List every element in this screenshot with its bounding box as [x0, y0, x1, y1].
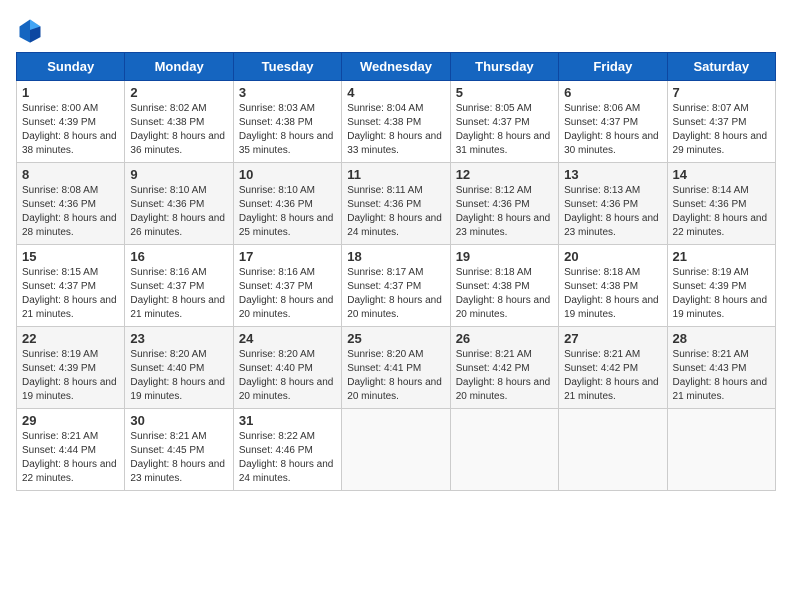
table-row: 4 Sunrise: 8:04 AM Sunset: 4:38 PM Dayli…: [342, 81, 450, 163]
table-row: 30 Sunrise: 8:21 AM Sunset: 4:45 PM Dayl…: [125, 409, 233, 491]
table-row: 10 Sunrise: 8:10 AM Sunset: 4:36 PM Dayl…: [233, 163, 341, 245]
table-row: 28 Sunrise: 8:21 AM Sunset: 4:43 PM Dayl…: [667, 327, 775, 409]
col-tuesday: Tuesday: [233, 53, 341, 81]
table-row: 6 Sunrise: 8:06 AM Sunset: 4:37 PM Dayli…: [559, 81, 667, 163]
table-row: 29 Sunrise: 8:21 AM Sunset: 4:44 PM Dayl…: [17, 409, 125, 491]
empty-cell: [450, 409, 558, 491]
col-wednesday: Wednesday: [342, 53, 450, 81]
table-row: 3 Sunrise: 8:03 AM Sunset: 4:38 PM Dayli…: [233, 81, 341, 163]
col-sunday: Sunday: [17, 53, 125, 81]
logo: [16, 16, 48, 44]
table-row: 16 Sunrise: 8:16 AM Sunset: 4:37 PM Dayl…: [125, 245, 233, 327]
col-friday: Friday: [559, 53, 667, 81]
page-header: [16, 16, 776, 44]
table-row: 20 Sunrise: 8:18 AM Sunset: 4:38 PM Dayl…: [559, 245, 667, 327]
table-row: 8 Sunrise: 8:08 AM Sunset: 4:36 PM Dayli…: [17, 163, 125, 245]
table-row: 2 Sunrise: 8:02 AM Sunset: 4:38 PM Dayli…: [125, 81, 233, 163]
calendar-week-1: 1 Sunrise: 8:00 AM Sunset: 4:39 PM Dayli…: [17, 81, 776, 163]
col-thursday: Thursday: [450, 53, 558, 81]
table-row: 17 Sunrise: 8:16 AM Sunset: 4:37 PM Dayl…: [233, 245, 341, 327]
empty-cell: [342, 409, 450, 491]
calendar-week-3: 15 Sunrise: 8:15 AM Sunset: 4:37 PM Dayl…: [17, 245, 776, 327]
table-row: 1 Sunrise: 8:00 AM Sunset: 4:39 PM Dayli…: [17, 81, 125, 163]
calendar-header-row: Sunday Monday Tuesday Wednesday Thursday…: [17, 53, 776, 81]
table-row: 27 Sunrise: 8:21 AM Sunset: 4:42 PM Dayl…: [559, 327, 667, 409]
empty-cell: [559, 409, 667, 491]
table-row: 18 Sunrise: 8:17 AM Sunset: 4:37 PM Dayl…: [342, 245, 450, 327]
calendar-table: Sunday Monday Tuesday Wednesday Thursday…: [16, 52, 776, 491]
table-row: 21 Sunrise: 8:19 AM Sunset: 4:39 PM Dayl…: [667, 245, 775, 327]
table-row: 15 Sunrise: 8:15 AM Sunset: 4:37 PM Dayl…: [17, 245, 125, 327]
table-row: 22 Sunrise: 8:19 AM Sunset: 4:39 PM Dayl…: [17, 327, 125, 409]
table-row: 23 Sunrise: 8:20 AM Sunset: 4:40 PM Dayl…: [125, 327, 233, 409]
col-saturday: Saturday: [667, 53, 775, 81]
col-monday: Monday: [125, 53, 233, 81]
empty-cell: [667, 409, 775, 491]
table-row: 11 Sunrise: 8:11 AM Sunset: 4:36 PM Dayl…: [342, 163, 450, 245]
table-row: 12 Sunrise: 8:12 AM Sunset: 4:36 PM Dayl…: [450, 163, 558, 245]
table-row: 31 Sunrise: 8:22 AM Sunset: 4:46 PM Dayl…: [233, 409, 341, 491]
table-row: 26 Sunrise: 8:21 AM Sunset: 4:42 PM Dayl…: [450, 327, 558, 409]
calendar-week-2: 8 Sunrise: 8:08 AM Sunset: 4:36 PM Dayli…: [17, 163, 776, 245]
table-row: 9 Sunrise: 8:10 AM Sunset: 4:36 PM Dayli…: [125, 163, 233, 245]
calendar-week-5: 29 Sunrise: 8:21 AM Sunset: 4:44 PM Dayl…: [17, 409, 776, 491]
calendar-body: 1 Sunrise: 8:00 AM Sunset: 4:39 PM Dayli…: [17, 81, 776, 491]
table-row: 24 Sunrise: 8:20 AM Sunset: 4:40 PM Dayl…: [233, 327, 341, 409]
table-row: 7 Sunrise: 8:07 AM Sunset: 4:37 PM Dayli…: [667, 81, 775, 163]
logo-icon: [16, 16, 44, 44]
calendar-week-4: 22 Sunrise: 8:19 AM Sunset: 4:39 PM Dayl…: [17, 327, 776, 409]
table-row: 19 Sunrise: 8:18 AM Sunset: 4:38 PM Dayl…: [450, 245, 558, 327]
table-row: 25 Sunrise: 8:20 AM Sunset: 4:41 PM Dayl…: [342, 327, 450, 409]
table-row: 5 Sunrise: 8:05 AM Sunset: 4:37 PM Dayli…: [450, 81, 558, 163]
table-row: 14 Sunrise: 8:14 AM Sunset: 4:36 PM Dayl…: [667, 163, 775, 245]
table-row: 13 Sunrise: 8:13 AM Sunset: 4:36 PM Dayl…: [559, 163, 667, 245]
